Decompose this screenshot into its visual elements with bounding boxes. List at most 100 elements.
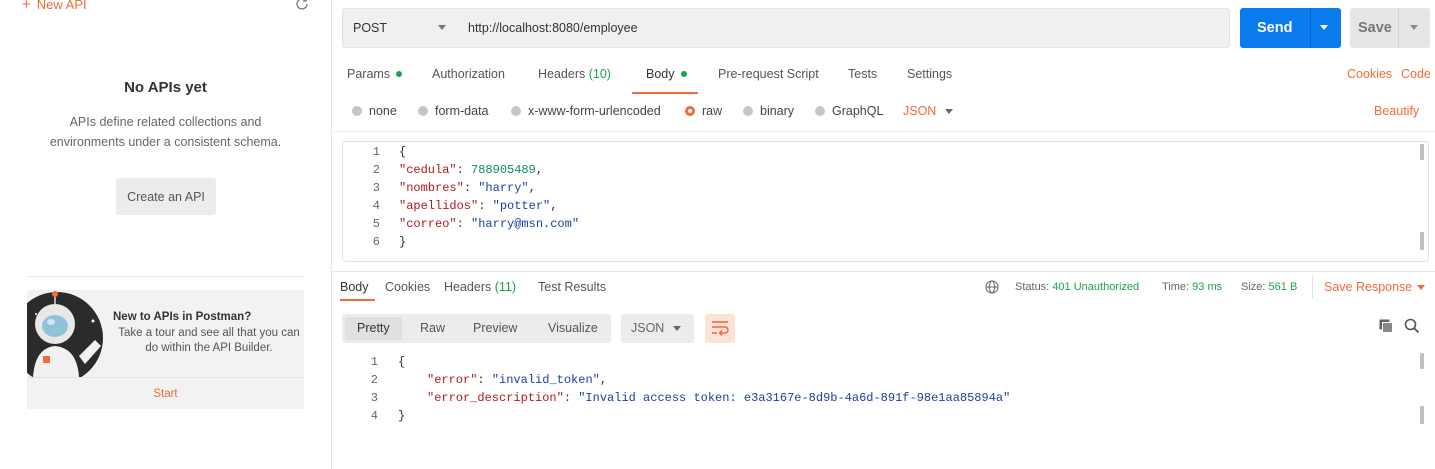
json-key: "correo" [399, 217, 457, 231]
radio-form-data-label: form-data [435, 104, 489, 118]
divider [1312, 276, 1313, 298]
save-divider [1398, 8, 1399, 48]
json-value: "potter" [492, 199, 551, 213]
start-tour-link[interactable]: Start [27, 388, 304, 400]
code-link[interactable]: Code [1401, 67, 1431, 81]
json-key: "apellidos" [399, 199, 479, 213]
chevron-down-icon [673, 326, 681, 331]
code-brace: { [398, 355, 406, 369]
chevron-down-icon[interactable] [1417, 285, 1425, 290]
astronaut-illustration [27, 291, 103, 377]
view-pretty-button[interactable]: Pretty [357, 321, 390, 335]
json-key: "error" [427, 373, 478, 387]
tab-headers-label: Headers [538, 67, 586, 81]
code-line: "apellidos": "potter", [399, 199, 557, 213]
save-label: Save [1358, 20, 1392, 36]
code-line: "nombres": "harry", [399, 181, 536, 195]
response-tab-cookies[interactable]: Cookies [385, 280, 430, 294]
response-scrollbar[interactable] [1420, 406, 1424, 424]
code-line: "correo": "harry@msn.com" [399, 217, 579, 231]
json-separator: : [463, 181, 479, 195]
view-preview-button[interactable]: Preview [473, 321, 517, 335]
json-value: "harry@msn.com" [471, 217, 580, 231]
copy-icon[interactable] [1378, 318, 1394, 334]
radio-binary[interactable]: binary [743, 104, 794, 118]
json-value: 788905489 [471, 163, 536, 177]
radio-binary-label: binary [760, 104, 795, 118]
url-input[interactable] [457, 8, 1230, 48]
raw-format-select[interactable]: JSON [903, 104, 936, 118]
new-api-button[interactable]: + New API [22, 0, 87, 13]
radio-raw[interactable]: raw [685, 104, 722, 118]
radio-urlencoded[interactable]: x-www-form-urlencoded [511, 104, 661, 118]
method-label: POST [353, 21, 388, 35]
status-value: 401 Unauthorized [1052, 281, 1140, 293]
tab-prerequest-script[interactable]: Pre-request Script [718, 67, 819, 81]
empty-state-title: No APIs yet [124, 79, 207, 96]
active-tab-indicator [632, 92, 698, 94]
cookies-link[interactable]: Cookies [1347, 67, 1392, 81]
size-label: Size: [1241, 281, 1266, 293]
beautify-link[interactable]: Beautify [1374, 104, 1419, 118]
send-options-chevron-icon[interactable] [1320, 25, 1328, 30]
chevron-down-icon [438, 25, 446, 30]
line-number: 1 [372, 145, 380, 159]
divider [331, 271, 1435, 272]
tab-body[interactable]: Body [646, 67, 687, 81]
tab-params[interactable]: Params [347, 67, 403, 81]
response-tab-test-results[interactable]: Test Results [538, 280, 606, 294]
size-readout: Size: 561 B [1241, 281, 1297, 293]
wrap-lines-icon [712, 321, 729, 337]
tab-body-label: Body [646, 67, 675, 81]
save-response-button[interactable]: Save Response [1324, 280, 1412, 294]
code-brace: { [399, 145, 407, 159]
json-comma: , [599, 373, 608, 387]
promo-title: New to APIs in Postman? [113, 311, 252, 323]
search-icon[interactable] [1404, 318, 1420, 334]
line-number: 4 [370, 409, 378, 423]
json-value: "harry" [478, 181, 529, 195]
json-comma: , [535, 163, 544, 177]
tab-authorization[interactable]: Authorization [432, 67, 505, 81]
tab-settings[interactable]: Settings [907, 67, 952, 81]
chevron-down-icon [945, 109, 953, 114]
line-number: 3 [372, 181, 380, 195]
radio-form-data[interactable]: form-data [418, 104, 489, 118]
radio-graphql[interactable]: GraphQL [815, 104, 883, 118]
code-brace: } [399, 235, 407, 249]
create-api-button[interactable]: Create an API [116, 178, 216, 215]
radio-urlencoded-label: x-www-form-urlencoded [528, 104, 661, 118]
json-separator: : [477, 373, 492, 387]
status-readout: Status: 401 Unauthorized [1015, 281, 1139, 293]
response-tab-headers-label: Headers [444, 280, 492, 294]
divider [331, 131, 1435, 132]
status-label: Status: [1015, 281, 1050, 293]
code-line: "error": "invalid_token", [427, 373, 607, 387]
radio-graphql-label: GraphQL [832, 104, 884, 118]
line-number: 3 [370, 391, 378, 405]
line-number: 5 [372, 217, 380, 231]
tab-headers[interactable]: Headers (10) [538, 67, 611, 81]
response-scrollbar[interactable] [1420, 353, 1424, 369]
editor-scrollbar[interactable] [1420, 144, 1424, 160]
radio-none[interactable]: none [352, 104, 397, 118]
refresh-icon[interactable] [294, 0, 310, 12]
globe-icon[interactable] [985, 280, 999, 294]
view-visualize-button[interactable]: Visualize [548, 321, 598, 335]
view-raw-button[interactable]: Raw [420, 321, 445, 335]
tab-tests[interactable]: Tests [848, 67, 877, 81]
time-value: 93 ms [1192, 281, 1223, 293]
divider [27, 276, 304, 277]
response-tab-headers[interactable]: Headers (11) [444, 280, 516, 294]
code-brace: } [398, 409, 406, 423]
headers-count: (10) [588, 67, 611, 81]
editor-scrollbar[interactable] [1420, 232, 1424, 250]
response-tab-body[interactable]: Body [340, 280, 369, 294]
tab-params-label: Params [347, 67, 391, 81]
save-options-chevron-icon[interactable] [1410, 25, 1418, 30]
line-number: 2 [370, 373, 378, 387]
active-dot-icon [680, 71, 687, 77]
radio-icon [743, 106, 753, 116]
json-separator: : [478, 199, 493, 213]
size-value: 561 B [1268, 281, 1298, 293]
